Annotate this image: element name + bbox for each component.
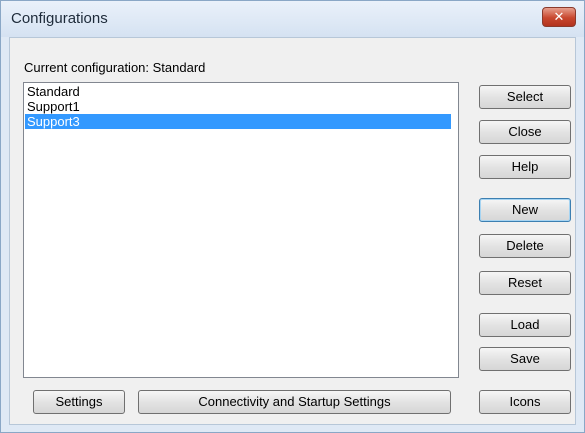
close-icon: ✕ <box>553 9 565 24</box>
close-button[interactable]: Close <box>479 120 571 144</box>
delete-button[interactable]: Delete <box>479 234 571 258</box>
window-title: Configurations <box>11 10 108 27</box>
configurations-dialog: Configurations ✕ Current configuration: … <box>0 0 585 433</box>
window-close-button[interactable]: ✕ <box>542 7 576 27</box>
current-configuration-label: Current configuration: Standard <box>24 60 205 75</box>
current-configuration-value: Standard <box>152 60 206 75</box>
save-button[interactable]: Save <box>479 347 571 371</box>
connectivity-startup-settings-button[interactable]: Connectivity and Startup Settings <box>138 390 451 414</box>
list-item[interactable]: Support1 <box>25 99 451 114</box>
icons-button[interactable]: Icons <box>479 390 571 414</box>
new-button[interactable]: New <box>479 198 571 222</box>
reset-button[interactable]: Reset <box>479 271 571 295</box>
current-configuration-caption: Current configuration: <box>24 60 150 75</box>
settings-button[interactable]: Settings <box>33 390 125 414</box>
dialog-body: Current configuration: Standard Standard… <box>9 37 576 425</box>
title-bar[interactable]: Configurations ✕ <box>1 1 584 37</box>
load-button[interactable]: Load <box>479 313 571 337</box>
select-button[interactable]: Select <box>479 85 571 109</box>
list-item[interactable]: Standard <box>25 84 451 99</box>
configuration-listbox[interactable]: Standard Support1 Support3 <box>23 82 459 378</box>
list-item-selected[interactable]: Support3 <box>25 114 451 129</box>
help-button[interactable]: Help <box>479 155 571 179</box>
